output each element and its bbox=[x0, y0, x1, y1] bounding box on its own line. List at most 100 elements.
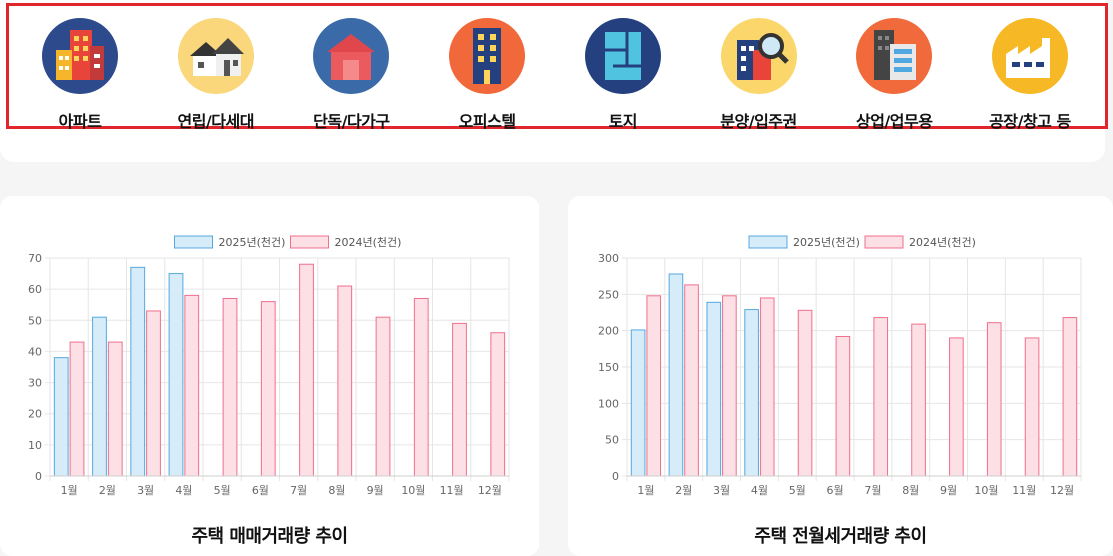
bar bbox=[835, 335, 851, 477]
y-tick-label: 200 bbox=[598, 325, 619, 338]
x-tick-label: 12월 bbox=[478, 484, 502, 497]
x-tick-label: 1월 bbox=[637, 484, 654, 497]
bar bbox=[706, 301, 722, 477]
y-tick-label: 10 bbox=[28, 439, 42, 452]
x-tick-label: 8월 bbox=[328, 484, 345, 497]
bar bbox=[146, 310, 161, 477]
bar bbox=[630, 329, 646, 477]
bar bbox=[684, 284, 699, 477]
bar bbox=[722, 295, 737, 477]
x-tick-label: 5월 bbox=[789, 484, 806, 497]
bar bbox=[949, 337, 964, 477]
bar bbox=[744, 309, 759, 477]
y-tick-label: 0 bbox=[612, 470, 619, 483]
x-tick-label: 4월 bbox=[751, 484, 768, 497]
detached-house-icon bbox=[313, 18, 390, 94]
legend-label: 2024년(천건) bbox=[335, 235, 402, 249]
bar bbox=[130, 266, 146, 477]
x-tick-label: 7월 bbox=[864, 484, 881, 497]
property-category-nav: 아파트 연립/다세대 단독/다가구 오피스텔 토지 분양/입주권 상업/업무용 … bbox=[6, 3, 1108, 132]
x-tick-label: 12월 bbox=[1050, 484, 1074, 497]
legend-swatch bbox=[748, 235, 788, 249]
y-tick-label: 20 bbox=[28, 408, 42, 421]
category-label: 오피스텔 bbox=[458, 112, 516, 131]
bar bbox=[986, 322, 1002, 477]
x-tick-label: 8월 bbox=[902, 484, 919, 497]
row-house-icon bbox=[177, 18, 254, 94]
category-land[interactable]: 토지 bbox=[564, 16, 682, 132]
x-tick-label: 6월 bbox=[252, 484, 269, 497]
legend-swatch bbox=[174, 235, 213, 249]
bar bbox=[797, 309, 813, 477]
presale-search-icon bbox=[720, 18, 797, 94]
category-label: 공장/창고 등 bbox=[989, 112, 1071, 131]
chart-title: 주택 전월세거래량 추이 bbox=[754, 526, 927, 547]
y-tick-label: 50 bbox=[28, 314, 42, 327]
x-tick-label: 11월 bbox=[1012, 484, 1036, 497]
factory-icon bbox=[991, 18, 1068, 94]
category-row-house[interactable]: 연립/다세대 bbox=[157, 16, 275, 132]
land-plot-icon bbox=[584, 18, 661, 94]
x-tick-label: 9월 bbox=[367, 484, 384, 497]
bar bbox=[1024, 337, 1040, 477]
rent-volume-chart: 0 50 100 150 200 250 300 1월 2월 3월 4월 5월 6월 7월 8월 9월 10월 1… bbox=[598, 235, 1082, 497]
bar bbox=[222, 297, 238, 477]
officetel-icon bbox=[449, 18, 526, 94]
chart-title: 주택 매매거래량 추이 bbox=[191, 526, 348, 547]
category-label: 단독/다가구 bbox=[313, 112, 390, 131]
bar bbox=[1062, 317, 1078, 477]
category-presale[interactable]: 분양/입주권 bbox=[700, 16, 818, 132]
x-tick-label: 2월 bbox=[99, 484, 116, 497]
x-tick-label: 10월 bbox=[401, 484, 425, 497]
legend-label: 2025년(천건) bbox=[793, 235, 860, 249]
x-tick-label: 7월 bbox=[290, 484, 307, 497]
bar bbox=[260, 301, 276, 477]
legend-swatch bbox=[864, 235, 904, 249]
bar bbox=[92, 316, 107, 477]
y-tick-label: 40 bbox=[28, 345, 42, 358]
y-tick-label: 50 bbox=[605, 434, 619, 447]
bar bbox=[337, 285, 353, 477]
x-tick-label: 9월 bbox=[940, 484, 957, 497]
legend-swatch bbox=[290, 235, 329, 249]
x-tick-label: 3월 bbox=[137, 484, 154, 497]
bar bbox=[53, 357, 69, 477]
bar bbox=[646, 295, 662, 477]
category-commercial[interactable]: 상업/업무용 bbox=[835, 16, 953, 132]
sales-volume-chart: 0 10 20 30 40 50 60 70 1월 2월 3월 4월 5월 6월 7월 8월 9월 10월 11월 1… bbox=[28, 235, 510, 497]
bar bbox=[759, 297, 775, 477]
y-tick-label: 150 bbox=[598, 361, 619, 374]
x-tick-label: 2월 bbox=[675, 484, 692, 497]
y-tick-label: 70 bbox=[28, 252, 42, 265]
bar bbox=[413, 297, 429, 477]
bar bbox=[107, 341, 123, 477]
legend-label: 2025년(천건) bbox=[219, 235, 286, 249]
x-tick-label: 6월 bbox=[827, 484, 844, 497]
rent-volume-chart-card: 0 50 100 150 200 250 300 1월 2월 3월 4월 5월 6월 7월 8월 9월 10월 1… bbox=[568, 196, 1113, 556]
y-tick-label: 250 bbox=[598, 288, 619, 301]
category-factory[interactable]: 공장/창고 등 bbox=[971, 16, 1089, 132]
category-label: 아파트 bbox=[58, 112, 102, 131]
category-label: 분양/입주권 bbox=[720, 112, 797, 131]
x-tick-label: 3월 bbox=[713, 484, 730, 497]
bar bbox=[873, 317, 889, 477]
sales-volume-chart-card: 0 10 20 30 40 50 60 70 1월 2월 3월 4월 5월 6월 7월 8월 9월 10월 11월 1… bbox=[0, 196, 539, 556]
y-tick-label: 30 bbox=[28, 377, 42, 390]
y-tick-label: 60 bbox=[28, 283, 42, 296]
bar bbox=[668, 273, 684, 477]
x-tick-label: 11월 bbox=[440, 484, 464, 497]
category-officetel[interactable]: 오피스텔 bbox=[428, 16, 546, 132]
legend-label: 2024년(천건) bbox=[909, 235, 976, 249]
commercial-building-icon bbox=[856, 18, 933, 94]
bar bbox=[490, 332, 506, 477]
top-panel: 아파트 연립/다세대 단독/다가구 오피스텔 토지 분양/입주권 상업/업무용 … bbox=[0, 0, 1108, 162]
category-label: 토지 bbox=[608, 112, 638, 131]
apartment-building-icon bbox=[42, 18, 118, 94]
bar bbox=[911, 323, 926, 477]
y-tick-label: 100 bbox=[598, 397, 619, 410]
bar bbox=[452, 322, 467, 477]
category-apartment[interactable]: 아파트 bbox=[21, 16, 139, 132]
category-detached-house[interactable]: 단독/다가구 bbox=[292, 16, 410, 132]
x-tick-label: 10월 bbox=[974, 484, 998, 497]
bar bbox=[69, 341, 85, 477]
